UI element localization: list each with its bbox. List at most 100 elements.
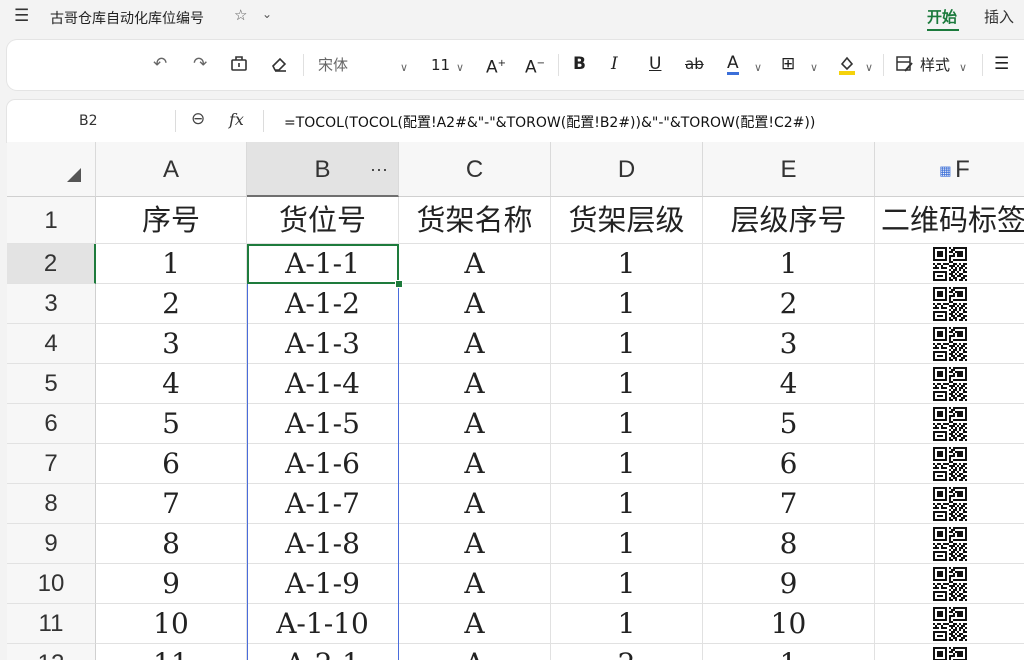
- style-button[interactable]: 样式: [920, 55, 950, 75]
- table-cell[interactable]: 11: [96, 644, 247, 660]
- table-cell[interactable]: [875, 284, 1024, 324]
- header-cell[interactable]: 层级序号: [703, 197, 875, 244]
- row-header-3[interactable]: 3: [7, 284, 96, 324]
- table-cell[interactable]: 3: [703, 324, 875, 364]
- row-header-10[interactable]: 10: [7, 564, 96, 604]
- table-cell[interactable]: 6: [703, 444, 875, 484]
- name-box[interactable]: B2: [79, 113, 98, 129]
- table-cell[interactable]: [875, 324, 1024, 364]
- fill-handle[interactable]: [395, 280, 403, 288]
- table-cell[interactable]: 1: [703, 244, 875, 284]
- table-cell[interactable]: A: [399, 244, 551, 284]
- table-cell[interactable]: A-1-4: [247, 364, 399, 404]
- table-cell[interactable]: A: [399, 324, 551, 364]
- tab-insert[interactable]: 插入: [984, 6, 1014, 27]
- function-icon[interactable]: fx: [229, 110, 244, 129]
- table-cell[interactable]: [875, 444, 1024, 484]
- table-cell[interactable]: [875, 604, 1024, 644]
- table-cell[interactable]: 1: [96, 244, 247, 284]
- borders-icon[interactable]: ⊞: [781, 54, 795, 74]
- column-header-b[interactable]: B ···: [247, 142, 399, 197]
- table-cell[interactable]: 5: [96, 404, 247, 444]
- table-cell[interactable]: 7: [703, 484, 875, 524]
- header-cell[interactable]: 二维码标签: [875, 197, 1024, 244]
- table-cell[interactable]: [875, 244, 1024, 284]
- table-cell[interactable]: [875, 644, 1024, 660]
- column-header-a[interactable]: A: [96, 142, 247, 197]
- table-cell[interactable]: A: [399, 524, 551, 564]
- table-cell[interactable]: 1: [551, 404, 703, 444]
- table-cell[interactable]: 9: [96, 564, 247, 604]
- table-cell[interactable]: 2: [96, 284, 247, 324]
- table-cell[interactable]: 1: [551, 484, 703, 524]
- table-cell[interactable]: 7: [96, 484, 247, 524]
- table-cell[interactable]: 4: [703, 364, 875, 404]
- table-cell[interactable]: 1: [551, 324, 703, 364]
- column-header-d[interactable]: D: [551, 142, 703, 197]
- chevron-down-icon[interactable]: ∨: [865, 58, 873, 78]
- more-options-icon[interactable]: ···: [370, 142, 388, 197]
- header-cell[interactable]: 货位号: [247, 197, 399, 244]
- chevron-down-icon[interactable]: ∨: [754, 58, 762, 78]
- table-cell[interactable]: 9: [703, 564, 875, 604]
- row-header-8[interactable]: 8: [7, 484, 96, 524]
- table-cell[interactable]: [875, 524, 1024, 564]
- table-cell[interactable]: A-1-7: [247, 484, 399, 524]
- table-cell[interactable]: 10: [703, 604, 875, 644]
- table-cell[interactable]: A-1-3: [247, 324, 399, 364]
- align-icon[interactable]: ☰: [994, 54, 1009, 74]
- increase-font-icon[interactable]: A+: [486, 54, 506, 78]
- table-cell[interactable]: [875, 484, 1024, 524]
- bold-icon[interactable]: B: [573, 54, 586, 74]
- table-cell[interactable]: 1: [703, 644, 875, 660]
- table-cell[interactable]: A-1-8: [247, 524, 399, 564]
- table-cell[interactable]: [875, 404, 1024, 444]
- italic-icon[interactable]: I: [611, 54, 618, 74]
- table-cell[interactable]: 4: [96, 364, 247, 404]
- select-all-corner[interactable]: [7, 142, 96, 197]
- chevron-down-icon[interactable]: ∨: [456, 58, 464, 78]
- formula-input[interactable]: =TOCOL(TOCOL(配置!A2#&"-"&TOROW(配置!B2#))&"…: [284, 112, 815, 132]
- document-title[interactable]: 古哥仓库自动化库位编号: [50, 8, 204, 28]
- chevron-down-icon[interactable]: ∨: [400, 58, 408, 78]
- table-cell[interactable]: A: [399, 444, 551, 484]
- star-icon[interactable]: ☆: [234, 6, 247, 24]
- row-header-5[interactable]: 5: [7, 364, 96, 404]
- format-painter-icon[interactable]: [229, 54, 249, 79]
- table-cell[interactable]: A-1-10: [247, 604, 399, 644]
- header-cell[interactable]: 货架层级: [551, 197, 703, 244]
- table-cell[interactable]: 3: [96, 324, 247, 364]
- column-header-e[interactable]: E: [703, 142, 875, 197]
- header-cell[interactable]: 货架名称: [399, 197, 551, 244]
- table-cell[interactable]: 1: [551, 604, 703, 644]
- row-header-7[interactable]: 7: [7, 444, 96, 484]
- table-cell[interactable]: 10: [96, 604, 247, 644]
- table-cell[interactable]: A: [399, 484, 551, 524]
- table-cell[interactable]: A: [399, 644, 551, 660]
- table-cell[interactable]: 2: [703, 284, 875, 324]
- tab-home[interactable]: 开始: [927, 6, 957, 27]
- table-cell[interactable]: 1: [551, 564, 703, 604]
- table-cell[interactable]: 8: [96, 524, 247, 564]
- redo-icon[interactable]: ↷: [193, 54, 207, 74]
- table-cell[interactable]: 1: [551, 244, 703, 284]
- strikethrough-icon[interactable]: ab: [685, 54, 704, 74]
- underline-icon[interactable]: U: [649, 54, 661, 74]
- chevron-down-icon[interactable]: ∨: [959, 58, 967, 78]
- font-size-select[interactable]: 11: [431, 55, 450, 75]
- undo-icon[interactable]: ↶: [153, 54, 167, 74]
- cell-style-icon[interactable]: [895, 54, 915, 79]
- zoom-icon[interactable]: ⊖: [191, 109, 205, 129]
- table-cell[interactable]: 1: [551, 444, 703, 484]
- table-cell[interactable]: A: [399, 604, 551, 644]
- table-cell[interactable]: 1: [551, 284, 703, 324]
- table-cell[interactable]: A: [399, 284, 551, 324]
- fill-color-icon[interactable]: [837, 54, 857, 81]
- table-cell[interactable]: A-1-2: [247, 284, 399, 324]
- chevron-down-icon[interactable]: ∨: [810, 58, 818, 78]
- header-cell[interactable]: 序号: [96, 197, 247, 244]
- table-cell[interactable]: 6: [96, 444, 247, 484]
- font-name-select[interactable]: 宋体: [318, 55, 348, 75]
- table-cell[interactable]: A: [399, 404, 551, 444]
- table-cell[interactable]: A-1-9: [247, 564, 399, 604]
